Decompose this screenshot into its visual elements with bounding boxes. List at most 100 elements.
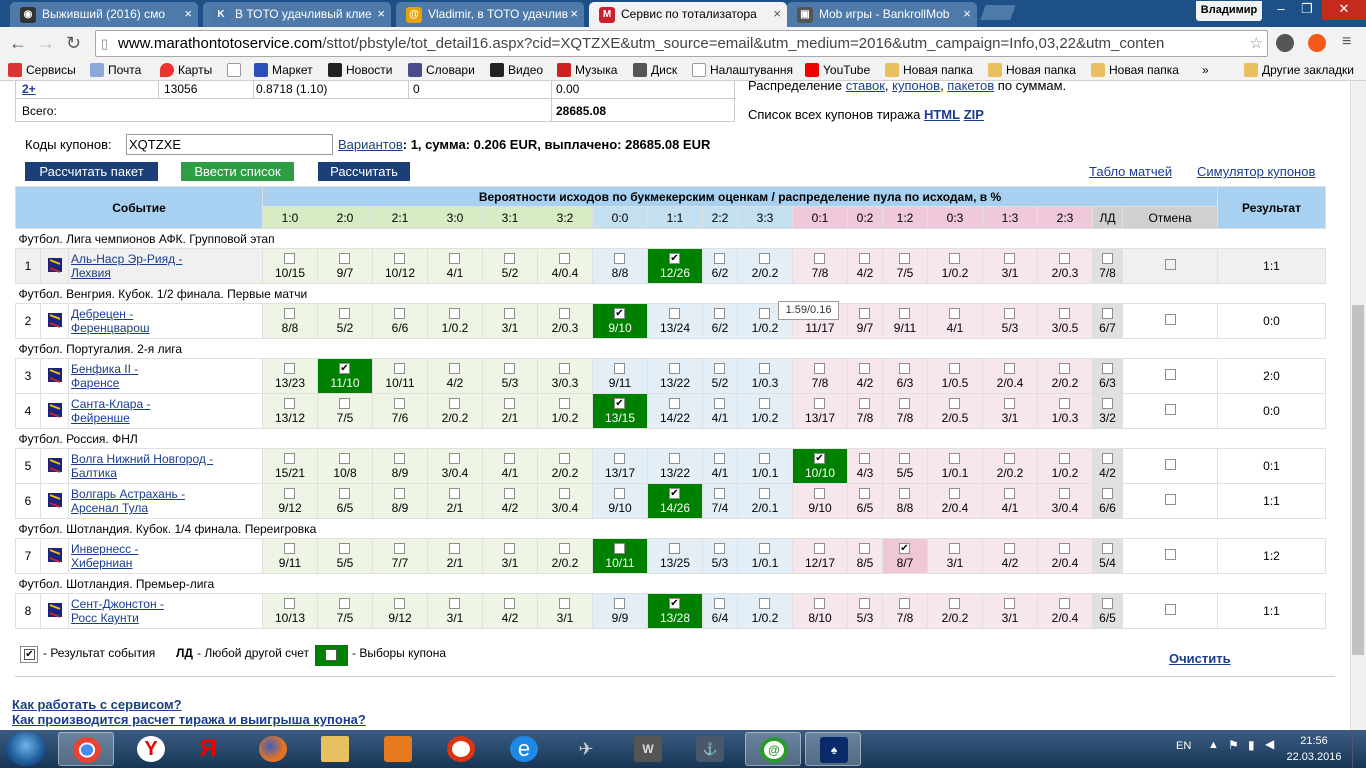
cancel-checkbox[interactable] [1164,369,1176,380]
outcome-checkbox[interactable] [1101,308,1113,319]
outcome-cell[interactable]: 5/5 [317,538,373,574]
event-name[interactable]: Санта-Клара - Фейренше [68,393,263,429]
link-how-calculated[interactable]: Как производится расчет тиража и выигрыш… [12,712,366,727]
outcome-checkbox[interactable] [394,253,405,264]
outcome-checkbox[interactable] [1004,363,1015,374]
outcome-checkbox[interactable] [859,398,870,409]
outcome-checkbox[interactable] [1004,398,1015,409]
taskbar-opera[interactable] [433,732,489,766]
outcome-cell[interactable]: 7/4 [702,483,738,519]
outcome-cell[interactable]: 7/8 [792,248,848,284]
bookmark-services[interactable]: Сервисы [8,63,76,77]
coupon-codes-input[interactable] [126,134,333,155]
outcome-checkbox[interactable] [669,398,680,409]
cancel-cell[interactable] [1122,448,1218,484]
outcome-cell[interactable]: 5/2 [317,303,373,339]
outcome-cell[interactable]: 2/1 [427,483,483,519]
taskbar-poker[interactable]: ♠ [805,732,861,766]
outcome-checkbox[interactable] [759,363,770,374]
outcome-cell[interactable]: 5/2 [702,358,738,394]
outcome-cell[interactable]: 7/6 [372,393,428,429]
outcome-checkbox[interactable] [759,543,770,554]
outcome-cell[interactable]: 10/11 [372,358,428,394]
outcome-checkbox[interactable] [1101,398,1113,409]
outcome-checkbox[interactable] [899,488,910,499]
outcome-cell[interactable]: 1/0.2 [537,393,593,429]
outcome-cell[interactable]: 3/1 [482,538,538,574]
outcome-checkbox[interactable] [504,363,515,374]
outcome-cell[interactable]: 4/1 [702,448,738,484]
outcome-checkbox[interactable] [394,488,405,499]
outcome-cell[interactable]: 9/10 [792,483,848,519]
outcome-checkbox[interactable] [449,488,460,499]
outcome-checkbox[interactable] [859,453,870,464]
outcome-checkbox[interactable] [759,308,770,319]
link-coupons[interactable]: купонов [892,81,940,93]
outcome-cell[interactable]: 3/0.3 [537,358,593,394]
outcome-cell[interactable]: 1/0.2 [427,303,483,339]
outcome-cell[interactable]: 2/0.3 [537,303,593,339]
outcome-cell[interactable]: 4/2 [482,483,538,519]
bookmark-video[interactable]: Видео [490,63,543,77]
outcome-checkbox[interactable] [449,398,460,409]
outcome-cell[interactable]: ✔ 13/15 [592,393,648,429]
outcome-checkbox[interactable] [759,598,770,609]
bookmark-folder-3[interactable]: Новая папка [1091,63,1179,77]
tab-vk[interactable]: K В ТОТО удачливый клие × [203,2,391,27]
outcome-cell[interactable]: 7/8 [792,358,848,394]
outcome-checkbox[interactable] [899,363,910,374]
outcome-checkbox[interactable] [759,488,770,499]
outcome-cell[interactable]: 13/17 [792,393,848,429]
outcome-cell[interactable]: 13/17 [592,448,648,484]
outcome-checkbox[interactable] [614,453,625,464]
link-clear[interactable]: Очистить [1169,651,1231,666]
cancel-checkbox[interactable] [1164,314,1176,325]
outcome-cell[interactable]: 14/22 [647,393,703,429]
event-name[interactable]: Сент-Джонстон - Росс Каунти [68,593,263,629]
outcome-cell[interactable]: 2/0.2 [927,593,983,629]
taskbar-wot[interactable]: W [620,732,676,766]
outcome-cell[interactable]: 2/0.1 [737,483,793,519]
outcome-cell[interactable]: 4/2 [847,358,883,394]
outcome-checkbox[interactable] [759,398,770,409]
close-tab-icon[interactable]: × [184,6,192,21]
cancel-checkbox[interactable] [1164,549,1176,560]
event-name[interactable]: Инвернесс - Хиберниан [68,538,263,574]
outcome-checkbox[interactable] [559,253,570,264]
event-name[interactable]: Дебрецен - Ференцварош [68,303,263,339]
outcome-checkbox[interactable] [614,253,625,264]
outcome-cell[interactable]: ✔ 14/26 [647,483,703,519]
bookmark-settings[interactable]: Налаштування [692,63,793,77]
outcome-checkbox[interactable] [504,398,515,409]
outcome-cell[interactable]: 6/5 [317,483,373,519]
outcome-cell[interactable]: 3/0.4 [427,448,483,484]
outcome-cell[interactable]: 6/2 [702,303,738,339]
outcome-checkbox[interactable] [859,598,870,609]
outcome-checkbox[interactable] [669,308,680,319]
outcome-checkbox[interactable] [614,488,625,499]
bookmark-youtube[interactable]: YouTube [805,63,870,77]
event-name[interactable]: Волгарь Астрахань - Арсенал Тула [68,483,263,519]
outcome-checkbox[interactable] [1059,253,1070,264]
outcome-checkbox[interactable]: ✔ [339,363,350,374]
outcome-cell[interactable]: 1/0.2 [737,593,793,629]
taskbar-firefox[interactable] [245,732,301,766]
outcome-checkbox[interactable] [899,598,910,609]
extension-icon[interactable] [1308,34,1326,52]
outcome-checkbox[interactable] [614,543,625,554]
outcome-cell[interactable]: 9/10 [592,483,648,519]
outcome-checkbox[interactable] [284,253,295,264]
outcome-cell[interactable]: 5/2 [482,248,538,284]
bookmark-folder-1[interactable]: Новая папка [885,63,973,77]
outcome-cell[interactable]: 7/7 [372,538,428,574]
outcome-cell[interactable]: 4/1 [927,303,983,339]
outcome-checkbox[interactable] [1101,363,1113,374]
show-desktop-button[interactable] [1352,730,1366,768]
forward-icon[interactable]: → [37,33,55,54]
outcome-cell[interactable]: 15/21 [262,448,318,484]
outcome-checkbox[interactable] [1004,253,1015,264]
outcome-cell[interactable]: 9/7 [317,248,373,284]
outcome-checkbox[interactable] [394,363,405,374]
outcome-cell[interactable]: 13/22 [647,358,703,394]
outcome-checkbox[interactable]: ✔ [669,488,680,499]
